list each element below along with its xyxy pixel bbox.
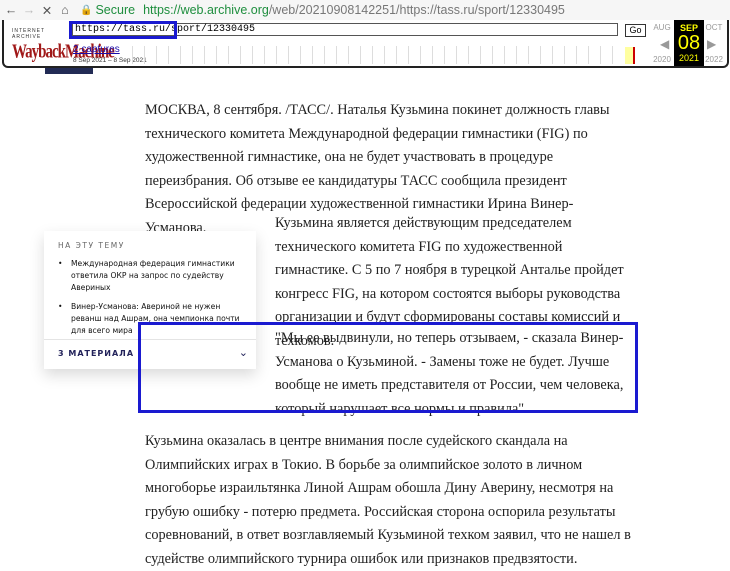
selected-date: SEP 08 2021: [674, 20, 704, 66]
lock-icon: 🔒: [80, 4, 93, 16]
url-path: /web/20210908142251/https://tass.ru/spor…: [268, 3, 565, 17]
forward-icon[interactable]: →: [22, 3, 36, 17]
more-materials-label: 3 МАТЕРИАЛА: [58, 349, 135, 358]
home-icon[interactable]: ⌂: [58, 3, 72, 17]
related-link[interactable]: Международная федерация гимнастики ответ…: [58, 258, 250, 294]
prev-arrow-icon[interactable]: ◀: [660, 37, 669, 51]
related-title: НА ЭТУ ТЕМУ: [58, 241, 125, 250]
logo-text: WaybackMachine: [12, 42, 115, 63]
capture-timeline[interactable]: [132, 46, 622, 64]
article-paragraph: Кузьмина оказалась в центре внимания пос…: [145, 433, 631, 567]
next-month[interactable]: OCT: [702, 23, 726, 32]
wayback-logo[interactable]: INTERNET ARCHIVE WaybackMachine: [12, 28, 115, 63]
selected-year: 2021: [678, 53, 700, 63]
prev-year[interactable]: 2020: [650, 55, 674, 64]
quote-highlight-box: [138, 322, 638, 413]
selected-day: 08: [677, 32, 701, 54]
next-arrow-icon[interactable]: ▶: [707, 37, 716, 51]
url-host: https://web.archive.org: [143, 3, 269, 17]
site-logo-fragment: [45, 68, 93, 74]
wayback-toolbar: INTERNET ARCHIVE WaybackMachine https://t…: [2, 20, 729, 68]
browser-toolbar: ← → ✕ ⌂ 🔒 Secure https://web.archive.org…: [0, 0, 730, 20]
stop-icon[interactable]: ✕: [40, 3, 54, 18]
logo-top: INTERNET ARCHIVE: [12, 28, 45, 40]
highlight-box: [69, 21, 177, 39]
next-year[interactable]: 2022: [702, 55, 726, 64]
go-button[interactable]: Go: [625, 24, 646, 37]
secure-label: Secure: [95, 3, 136, 17]
captures-link[interactable]: 2 captures: [73, 44, 120, 55]
prev-month[interactable]: AUG: [650, 23, 674, 32]
address-bar[interactable]: https://web.archive.org/web/202109081422…: [143, 3, 565, 17]
timeline-capture-mark[interactable]: [633, 47, 635, 64]
back-icon[interactable]: ←: [4, 3, 18, 17]
